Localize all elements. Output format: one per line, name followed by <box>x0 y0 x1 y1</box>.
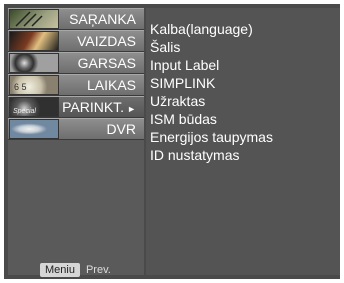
menu-item-parinkt[interactable]: Special PARINKT. ► <box>8 96 144 118</box>
picture-thumb-icon <box>9 31 59 51</box>
antenna-thumb-icon <box>9 9 59 29</box>
disc-thumb-icon <box>9 119 59 139</box>
menu-item-label: SAŖANKA <box>69 11 136 27</box>
option-id-nustatymas[interactable]: ID nustatymas <box>150 147 239 163</box>
menu-item-dvr[interactable]: DVR <box>8 118 144 140</box>
speaker-thumb-icon <box>9 53 59 73</box>
main-menu-column: SAŖANKA VAIZDAS GARSAS 6 5 LAIKAS Specia… <box>8 8 144 277</box>
option-uzraktas[interactable]: Užraktas <box>150 93 205 109</box>
menu-item-garsas[interactable]: GARSAS <box>8 52 144 74</box>
menu-item-label: DVR <box>106 121 136 137</box>
option-simplink[interactable]: SIMPLINK <box>150 75 215 91</box>
option-input-label[interactable]: Input Label <box>150 57 219 73</box>
menu-item-label: GARSAS <box>77 55 136 71</box>
footer-bar: Meniu Prev. <box>12 262 148 278</box>
triangle-right-icon: ► <box>127 104 136 114</box>
menu-item-label: LAIKAS <box>86 77 136 93</box>
options-panel: Kalba(language) Šalis Input Label SIMPLI… <box>146 8 340 275</box>
option-salis[interactable]: Šalis <box>150 39 180 55</box>
menu-item-label: PARINKT. ► <box>62 99 136 115</box>
svg-text:Special: Special <box>13 108 36 115</box>
meniu-button[interactable]: Meniu <box>40 263 80 277</box>
menu-item-laikas[interactable]: 6 5 LAIKAS <box>8 74 144 96</box>
option-energijos-taupymas[interactable]: Energijos taupymas <box>150 129 273 145</box>
menu-item-vaizdas[interactable]: VAIZDAS <box>8 30 144 52</box>
menu-item-label: VAIZDAS <box>77 33 136 49</box>
prev-hint: Prev. <box>85 264 111 276</box>
clock-thumb-icon: 6 5 <box>9 75 59 95</box>
menu-item-saranka[interactable]: SAŖANKA <box>8 8 144 30</box>
osd-menu: SAŖANKA VAIZDAS GARSAS 6 5 LAIKAS Specia… <box>4 4 340 279</box>
option-kalba[interactable]: Kalba(language) <box>150 21 253 37</box>
option-ism-budas[interactable]: ISM būdas <box>150 111 217 127</box>
svg-text:6 5: 6 5 <box>14 82 27 92</box>
special-thumb-icon: Special <box>9 97 59 117</box>
